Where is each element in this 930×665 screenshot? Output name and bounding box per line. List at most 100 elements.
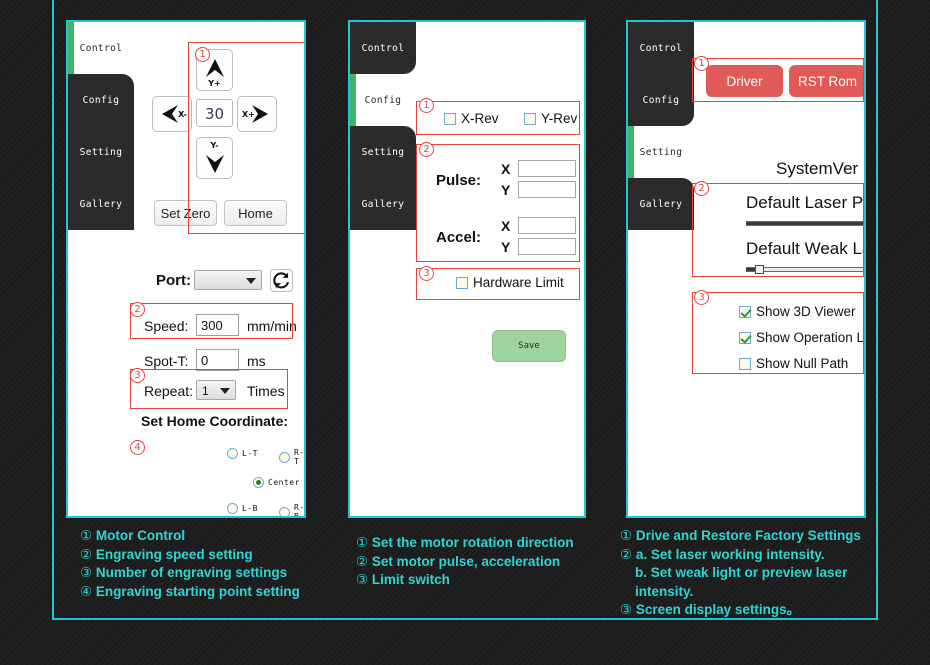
set-home-coordinate-label: Set Home Coordinate: — [141, 413, 289, 429]
sidebar-item-label: Control — [639, 42, 683, 54]
caption-text: b. Set weak light or preview laser — [635, 565, 848, 580]
hardware-limit-label: Hardware Limit — [473, 275, 564, 290]
caption-number: ② — [80, 546, 93, 562]
caption-line: ① Motor Control — [80, 527, 300, 546]
accel-x-input[interactable] — [518, 217, 576, 234]
pulse-y-axis-label: Y — [501, 182, 511, 198]
home-coord-option-center[interactable]: Center — [253, 477, 300, 488]
jog-right-label: X+ — [242, 109, 255, 119]
x-rev-label: X-Rev — [461, 111, 499, 126]
default-laser-power-label: Default Laser Power — [746, 193, 864, 212]
hardware-limit-checkbox[interactable]: Hardware Limit — [456, 275, 564, 290]
caption-line: ① Set the motor rotation direction — [356, 534, 574, 553]
sidebar-item-control[interactable]: Control — [628, 22, 694, 74]
default-weak-laser-label: Default Weak Laser — [746, 239, 864, 258]
caption-text: a. Set laser working intensity. — [635, 546, 825, 562]
caption-text: Limit switch — [371, 572, 450, 587]
y-rev-checkbox[interactable]: Y-Rev — [524, 111, 577, 126]
caption-text: Engraving speed setting — [95, 546, 253, 562]
caption-line: ③ Limit switch — [356, 571, 574, 590]
annotation-number-3: 3 — [694, 290, 709, 305]
jog-down-button[interactable]: Y- — [196, 137, 233, 179]
port-select[interactable] — [194, 270, 262, 290]
x-rev-checkbox[interactable]: X-Rev — [444, 111, 499, 126]
save-button[interactable]: Save — [492, 330, 566, 362]
home-coord-option-rb[interactable]: R-B — [279, 503, 304, 516]
show-operation-log-checkbox[interactable]: Show Operation Log — [739, 330, 865, 345]
sidebar-item-gallery[interactable]: Gallery — [350, 178, 416, 230]
refresh-port-button[interactable] — [270, 269, 293, 292]
caption-text: intensity. — [635, 583, 694, 599]
accel-label: Accel: — [436, 229, 482, 246]
show-3d-viewer-checkbox[interactable]: Show 3D Viewer — [739, 304, 856, 319]
caption-text: Set the motor rotation direction — [371, 535, 574, 550]
annotation-number-2: 2 — [694, 181, 709, 196]
caption-number: ② — [356, 553, 369, 569]
caption-panel-2: ① Set the motor rotation direction ② Set… — [356, 534, 574, 590]
spot-t-label: Spot-T: — [144, 353, 189, 369]
home-button[interactable]: Home — [224, 200, 287, 226]
sidebar-panel-3: Control Config Setting Gallery — [628, 22, 694, 516]
default-laser-power-slider[interactable] — [746, 219, 864, 228]
sidebar-item-config[interactable]: Config — [68, 74, 134, 126]
sidebar-item-label: Setting — [361, 146, 405, 158]
panel-config: Control Config Setting Gallery X-Rev Y-R… — [348, 20, 586, 518]
repeat-select[interactable]: 1 — [196, 380, 236, 400]
refresh-icon — [273, 272, 290, 289]
sidebar-item-setting[interactable]: Setting — [350, 126, 416, 178]
default-weak-laser-slider[interactable] — [746, 265, 864, 274]
port-label: Port: — [156, 272, 191, 289]
jog-down-label: Y- — [210, 141, 219, 150]
accel-y-input[interactable] — [518, 238, 576, 255]
show-null-path-label: Show Null Path — [756, 356, 849, 371]
pulse-x-axis-label: X — [501, 161, 511, 177]
set-zero-button[interactable]: Set Zero — [154, 200, 217, 226]
annotation-number-1: 1 — [195, 47, 210, 62]
jog-left-button[interactable]: X- — [152, 96, 192, 132]
show-operation-log-label: Show Operation Log — [756, 330, 865, 345]
annotation-number-2: 2 — [419, 142, 434, 157]
driver-button[interactable]: Driver — [706, 65, 783, 97]
sidebar-item-setting[interactable]: Setting — [68, 126, 134, 178]
annotation-number-3: 3 — [419, 266, 434, 281]
jog-step-input[interactable]: 30 — [196, 99, 233, 127]
radio-icon — [253, 477, 264, 488]
sidebar-item-control[interactable]: Control — [68, 22, 134, 74]
caption-line: ④ Engraving starting point setting — [80, 583, 300, 602]
home-coord-option-lt[interactable]: L-T — [227, 448, 258, 459]
caption-text: Drive and Restore Factory Settings — [635, 528, 861, 543]
show-null-path-checkbox[interactable]: Show Null Path — [739, 356, 848, 371]
home-coord-option-lb[interactable]: L-B — [227, 503, 258, 514]
sidebar-panel-2: Control Config Setting Gallery — [350, 22, 416, 516]
jog-right-button[interactable]: X+ — [237, 96, 277, 132]
sidebar-item-setting[interactable]: Setting — [628, 126, 694, 178]
caption-number: ① — [356, 535, 369, 550]
pulse-x-input[interactable] — [518, 160, 576, 177]
caption-line: ② a. Set laser working intensity. — [620, 546, 861, 565]
pulse-label: Pulse: — [436, 172, 482, 189]
sidebar-item-gallery[interactable]: Gallery — [68, 178, 134, 230]
sidebar-item-label: Control — [361, 42, 405, 54]
annotation-number-4: 4 — [130, 440, 145, 455]
sidebar-item-gallery[interactable]: Gallery — [628, 178, 694, 230]
pulse-y-input[interactable] — [518, 181, 576, 198]
home-coord-option-rt[interactable]: R-T — [279, 448, 305, 466]
sidebar-item-label: Setting — [639, 146, 683, 158]
sidebar-panel-1: Control Config Setting Gallery — [68, 22, 134, 516]
speed-label: Speed: — [144, 318, 189, 334]
sidebar-item-label: Setting — [79, 146, 123, 158]
speed-input[interactable]: 300 — [196, 314, 239, 336]
panel-3-content: Driver RST Rom SystemVer Mana Default La… — [694, 22, 864, 516]
rst-rom-button[interactable]: RST Rom — [789, 65, 864, 97]
sidebar-item-control[interactable]: Control — [350, 22, 416, 74]
checkbox-icon — [456, 276, 468, 289]
panel-1-content: Y+ X- 30 X+ Y- Set Zero Home Port: Speed… — [134, 22, 304, 516]
home-coord-option-label: R-T — [294, 448, 305, 466]
chevron-down-icon — [220, 388, 230, 394]
slider-track — [746, 267, 864, 272]
sidebar-item-config[interactable]: Config — [350, 74, 416, 126]
slider-knob[interactable] — [754, 265, 764, 274]
caption-text: Motor Control — [95, 528, 186, 543]
spot-t-input[interactable]: 0 — [196, 349, 239, 371]
sidebar-item-config[interactable]: Config — [628, 74, 694, 126]
